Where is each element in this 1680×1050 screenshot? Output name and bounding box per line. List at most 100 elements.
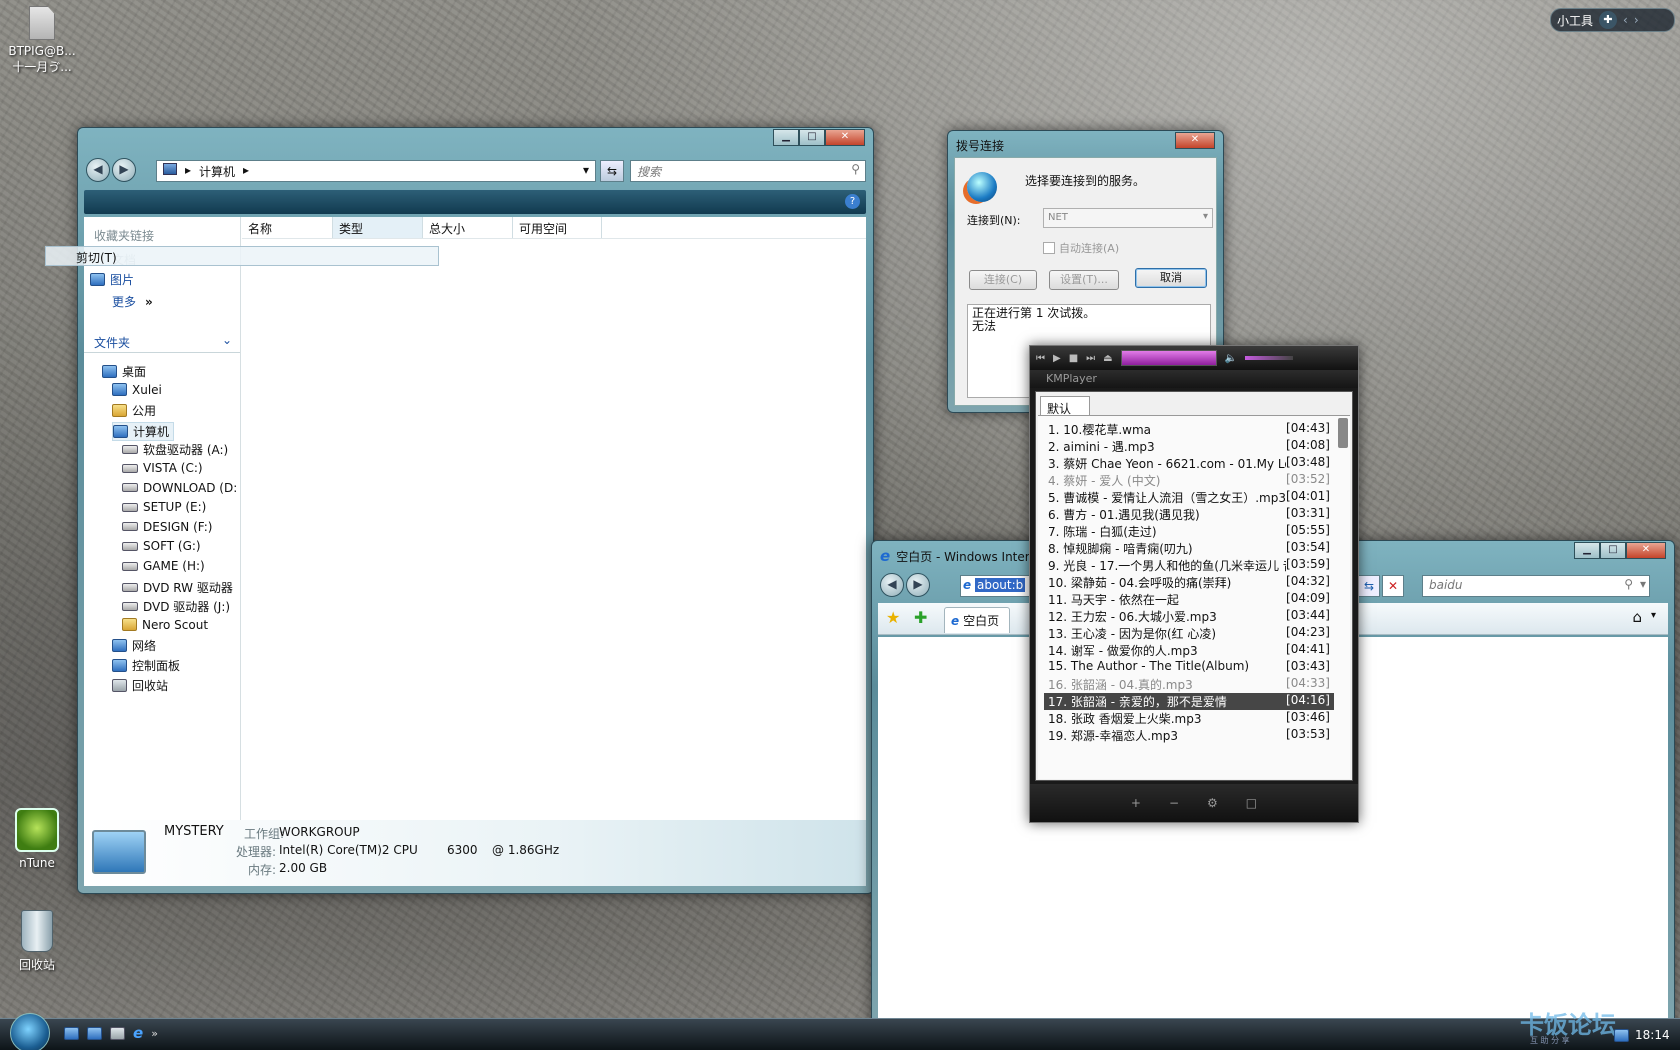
maximize-button[interactable]: □	[799, 129, 825, 146]
column-header-total-size[interactable]: 总大小	[422, 217, 512, 238]
tree-item[interactable]: 软盘驱动器 (A:)	[122, 441, 228, 458]
next-icon[interactable]: ⏭	[1086, 353, 1095, 364]
chevron-down-icon[interactable]: ▾	[1651, 610, 1656, 621]
tree-item[interactable]: DOWNLOAD (D:	[122, 481, 237, 495]
minimize-button[interactable]: ▁	[773, 129, 799, 146]
playlist-item[interactable]: 4. 蔡妍 - 爱人 (中文) [03:52]	[1044, 472, 1334, 489]
tree-item[interactable]: 回收站	[112, 677, 168, 694]
explorer-window[interactable]: ▁ □ ✕ ◀ ▶ ▸ 计算机 ▸ ▾ ⇆ 搜索 ⚲ ? 收藏夹链接 文档 图片…	[77, 127, 874, 894]
ie-search-input[interactable]: baidu ⚲ ▾	[1422, 575, 1650, 597]
desktop-icon-ntune[interactable]: nTune	[0, 808, 77, 870]
add-favorite-icon[interactable]: ✚	[914, 608, 927, 627]
prev-icon[interactable]: ⏮	[1036, 353, 1045, 364]
start-button[interactable]	[10, 1013, 50, 1050]
tree-item[interactable]: DVD 驱动器 (J:)	[122, 598, 230, 615]
search-icon[interactable]: ⚲	[1624, 577, 1633, 591]
tree-item[interactable]: SOFT (G:)	[122, 539, 201, 553]
home-icon[interactable]: ⌂	[1632, 608, 1642, 626]
tree-item[interactable]: 网络	[112, 637, 156, 654]
minimize-button[interactable]: ▁	[1574, 542, 1600, 559]
tree-item[interactable]: 计算机	[112, 421, 175, 441]
playlist-item[interactable]: 3. 蔡妍 Chae Yeon - 6621.com - 01.My Love[…	[1044, 455, 1334, 472]
settings-button[interactable]: 设置(T)...	[1049, 270, 1119, 290]
tree-item[interactable]: 桌面	[102, 363, 146, 380]
playlist-scrollbar[interactable]	[1338, 418, 1348, 448]
playlist-item[interactable]: 14. 谢军 - 做爱你的人.mp3 [04:41]	[1044, 642, 1334, 659]
favorite-item-more[interactable]: 更多 »	[112, 293, 153, 310]
cancel-button[interactable]: 取消	[1135, 268, 1207, 288]
tree-item[interactable]: SETUP (E:)	[122, 500, 206, 514]
eject-icon[interactable]: ⏏	[1103, 353, 1112, 364]
tree-item[interactable]: 控制面板	[112, 657, 180, 674]
clock[interactable]: 18:14	[1635, 1028, 1670, 1042]
playlist-item[interactable]: 7. 陈瑞 - 白狐(走过) [05:55]	[1044, 523, 1334, 540]
refresh-button[interactable]: ⇆	[1358, 575, 1380, 597]
window-icon[interactable]: □	[1246, 796, 1257, 810]
tree-item[interactable]: DVD RW 驱动器	[122, 579, 233, 596]
tree-item[interactable]: 公用	[112, 402, 156, 419]
playlist-item[interactable]: 16. 张韶涵 - 04.真的.mp3 [04:33]	[1044, 676, 1334, 693]
playlist-item[interactable]: 18. 张政 香烟爱上火柴.mp3 [03:46]	[1044, 710, 1334, 727]
column-header-name[interactable]: 名称	[242, 217, 332, 238]
playlist-item[interactable]: 15. The Author - The Title(Album) [03:43]	[1044, 659, 1334, 676]
playlist-item[interactable]: 6. 曹方 - 01.遇见我(遇见我) [03:31]	[1044, 506, 1334, 523]
help-icon[interactable]: ?	[845, 194, 860, 209]
back-button[interactable]: ◀	[880, 573, 904, 597]
playlist-item[interactable]: 10. 梁静茹 - 04.会呼吸的痛(崇拜) [04:32]	[1044, 574, 1334, 591]
settings-icon[interactable]: ⚙	[1207, 796, 1218, 810]
playlist-item[interactable]: 13. 王心凌 - 因为是你(红 心凌) [04:23]	[1044, 625, 1334, 642]
tree-item[interactable]: VISTA (C:)	[122, 461, 203, 475]
favorite-item-pictures[interactable]: 图片	[90, 271, 134, 288]
ie-launch-icon[interactable]: e	[133, 1026, 143, 1041]
playlist-item[interactable]: 9. 光良 - 17.一个男人和他的鱼(几米幸运儿 音 [03:59]	[1044, 557, 1334, 574]
ie-address-bar[interactable]: e about:b	[960, 575, 1030, 597]
show-desktop-icon[interactable]	[64, 1027, 79, 1040]
kmplayer-window[interactable]: ⏮ ▶ ■ ⏭ ⏏ 🔈 KMPlayer 默认 1. 10.樱花草.wma [04…	[1029, 345, 1359, 823]
stop-icon[interactable]: ■	[1069, 353, 1078, 364]
desktop-icon-file[interactable]: BTPIG@B... 十一月ゔ...	[2, 6, 82, 75]
tree-item[interactable]: DESIGN (F:)	[122, 520, 212, 534]
connect-button[interactable]: 连接(C)	[969, 270, 1037, 290]
connect-to-select[interactable]: NET ▾	[1043, 208, 1213, 228]
volume-icon[interactable]: 🔈	[1225, 353, 1237, 364]
desktop-icon-recycle-bin[interactable]: 回收站	[0, 910, 77, 973]
gadget-next-icon[interactable]: ›	[1634, 13, 1639, 27]
dropdown-arrow-icon[interactable]: ▾	[583, 163, 589, 179]
playlist-item[interactable]: 1. 10.樱花草.wma [04:43]	[1044, 421, 1334, 438]
favorites-star-icon[interactable]: ★	[886, 608, 900, 627]
tree-item[interactable]: Nero Scout	[122, 618, 208, 632]
close-button[interactable]: ✕	[825, 129, 865, 146]
search-icon[interactable]: ⚲	[851, 162, 860, 176]
chevron-down-icon[interactable]: ▾	[1640, 577, 1646, 591]
folders-header[interactable]: 文件夹 ⌄	[84, 331, 240, 353]
seek-bar[interactable]	[1120, 350, 1217, 366]
switch-windows-icon[interactable]	[87, 1027, 102, 1040]
auto-connect-checkbox[interactable]: 自动连接(A)	[1043, 240, 1119, 256]
playlist-item[interactable]: 8. 悼规脚痫 - 喑青痫(叨九) [03:54]	[1044, 540, 1334, 557]
network-tray-icon[interactable]	[1614, 1028, 1629, 1042]
tree-item[interactable]: GAME (H:)	[122, 559, 205, 573]
forward-button[interactable]: ▶	[112, 158, 136, 182]
play-icon[interactable]: ▶	[1053, 353, 1061, 364]
gadget-prev-icon[interactable]: ‹	[1623, 13, 1628, 27]
forward-button[interactable]: ▶	[906, 573, 930, 597]
close-button[interactable]: ✕	[1626, 542, 1666, 559]
column-header-free-space[interactable]: 可用空间	[512, 217, 602, 238]
close-button[interactable]: ✕	[1175, 132, 1215, 149]
playlist-tab-default[interactable]: 默认	[1040, 396, 1090, 416]
back-button[interactable]: ◀	[86, 158, 110, 182]
gadget-label[interactable]: 小工具	[1557, 12, 1593, 29]
stop-button[interactable]: ✕	[1382, 575, 1404, 597]
playlist-item[interactable]: 11. 马天宇 - 依然在一起 [04:09]	[1044, 591, 1334, 608]
ie-tab-blank[interactable]: e 空白页	[944, 607, 1010, 633]
volume-slider[interactable]	[1245, 356, 1294, 360]
chevron-right-icon[interactable]: »	[151, 1027, 158, 1040]
address-bar[interactable]: ▸ 计算机 ▸ ▾	[156, 160, 596, 182]
search-input[interactable]: 搜索 ⚲	[630, 160, 866, 182]
refresh-button[interactable]: ⇆	[600, 160, 624, 182]
remove-icon[interactable]: −	[1169, 796, 1179, 810]
tree-item[interactable]: Xulei	[112, 383, 162, 397]
playlist-item[interactable]: 19. 郑源-幸福恋人.mp3 [03:53]	[1044, 727, 1334, 744]
column-header-type[interactable]: 类型	[332, 217, 422, 238]
add-icon[interactable]: +	[1131, 796, 1141, 810]
